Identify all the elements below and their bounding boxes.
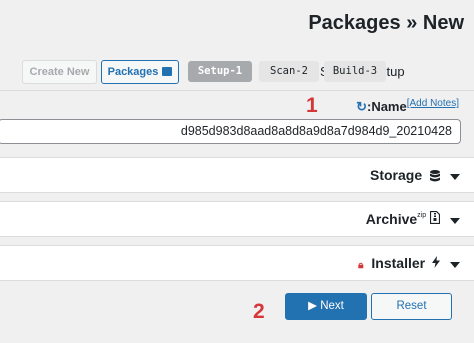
toolbar: Create New Packages Setup-1 Scan-2 S cka…	[0, 60, 474, 86]
installer-chevron-down-icon[interactable]	[450, 262, 460, 268]
installer-panel[interactable]: 🔒︎ Installer	[0, 245, 474, 281]
database-icon	[430, 169, 440, 185]
installer-panel-title: 🔒︎ Installer	[358, 255, 440, 271]
next-button[interactable]: ▶ Next	[285, 293, 367, 320]
page-title: Packages » New	[308, 12, 464, 34]
step-marker-2: 2	[253, 300, 265, 323]
storage-label: Storage	[369, 167, 423, 183]
storage-panel-title: Storage	[370, 167, 440, 185]
step-build[interactable]: Build-3	[324, 61, 386, 82]
step-setup[interactable]: Setup-1	[188, 61, 252, 82]
add-notes-link[interactable]: [Add Notes]	[407, 98, 459, 109]
archive-chevron-down-icon[interactable]	[450, 218, 460, 224]
archive-box-icon	[162, 67, 173, 76]
zip-file-icon	[429, 210, 441, 227]
name-label: :Name	[366, 99, 407, 114]
package-name-input[interactable]: d985d983d8aad8a8d8a9d8a7d984d9_20210428	[0, 119, 461, 144]
packages-button-label: Packages	[107, 66, 159, 78]
archive-panel[interactable]: Archivezip	[0, 201, 474, 237]
bolt-icon	[428, 255, 440, 271]
divider	[0, 90, 474, 91]
installer-label: Installer	[371, 255, 426, 271]
storage-chevron-down-icon[interactable]	[450, 174, 460, 180]
name-header: ↻:Name[Add Notes]	[356, 98, 459, 116]
zip-superscript: zip	[417, 212, 427, 219]
storage-panel[interactable]: Storage	[0, 157, 474, 193]
archive-label: Archive	[365, 211, 418, 227]
archive-panel-title: Archivezip	[365, 210, 441, 227]
reset-button[interactable]: Reset	[371, 293, 452, 320]
packages-button[interactable]: Packages	[101, 60, 179, 84]
step-marker-1: 1	[306, 94, 318, 117]
create-new-button[interactable]: Create New	[22, 60, 97, 84]
lock-icon: 🔒︎	[358, 260, 364, 271]
refresh-icon[interactable]: ↻	[356, 99, 367, 114]
step-scan[interactable]: Scan-2	[259, 61, 319, 82]
